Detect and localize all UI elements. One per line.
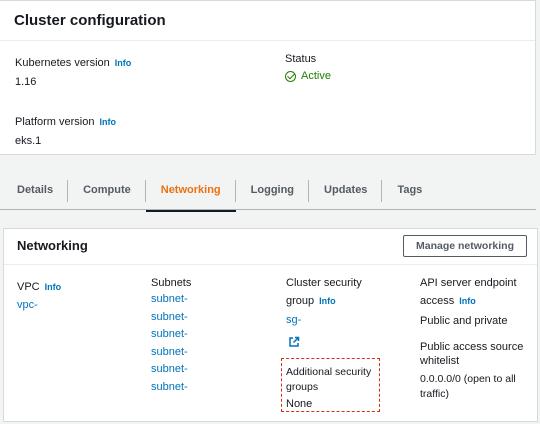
additional-security-groups-field: Additional security groups None [286,365,371,410]
subnets-label: Subnets [151,277,192,289]
security-group-link[interactable]: sg- [286,314,362,326]
tab-compute-label: Compute [83,184,131,196]
networking-panel: Networking Manage networking VPC Info vpc… [3,228,538,422]
subnet-link[interactable]: subnet- [151,344,191,362]
cluster-tabs: Details Compute Networking Logging Updat… [0,172,536,212]
api-endpoint-info-link[interactable]: Info [459,296,476,306]
public-source-value-line1: 0.0.0.0/0 (open to all [420,373,516,385]
additional-security-groups-label-line2: groups [286,381,319,393]
status-text: Active [301,70,331,82]
tab-networking-label: Networking [160,184,221,196]
networking-header: Networking Manage networking [4,229,537,265]
subnet-link[interactable]: subnet- [151,291,191,309]
cluster-security-group-label-line2: group [286,295,315,307]
cluster-security-group-field: Cluster security group Info sg- [286,277,362,353]
subnet-link[interactable]: subnet- [151,309,191,327]
kubernetes-version-value: 1.16 [15,76,37,88]
tab-tags-label: Tags [397,184,423,196]
status-field: Status Active [285,53,331,82]
public-source-value-line2: traffic) [420,388,449,400]
kubernetes-version-label: Kubernetes version [15,57,110,69]
platform-version-info-link[interactable]: Info [99,117,116,127]
api-endpoint-label-line1: API server endpoint [420,277,517,289]
cluster-security-group-label-line1: Cluster security [286,277,362,289]
cluster-configuration-header: Cluster configuration [0,1,535,41]
api-endpoint-label-line2: access [420,295,455,307]
vpc-label: VPC [17,281,40,293]
tab-details-label: Details [17,184,54,196]
platform-version-value: eks.1 [15,135,42,147]
tab-networking[interactable]: Networking [145,172,236,212]
tab-tags[interactable]: Tags [382,172,437,210]
vpc-info-link[interactable]: Info [45,282,62,292]
status-value: Active [285,70,331,82]
status-label: Status [285,53,317,65]
platform-version-field: Platform version Info eks.1 [15,112,116,147]
public-source-label-line2: whitelist [420,355,460,367]
kubernetes-version-info-link[interactable]: Info [115,58,132,68]
platform-version-label: Platform version [15,116,95,128]
cluster-security-group-info-link[interactable]: Info [319,296,336,306]
manage-networking-button[interactable]: Manage networking [403,235,527,257]
cluster-configuration-panel: Cluster configuration Kubernetes version… [0,0,536,155]
public-source-label-line1: Public access source [420,341,524,353]
subnet-link[interactable]: subnet- [151,326,191,344]
check-circle-icon [285,70,296,82]
api-endpoint-access-field: API server endpoint access Info Public an… [420,277,523,402]
active-tab-indicator [145,210,236,212]
kubernetes-version-field: Kubernetes version Info 1.16 [15,53,131,88]
additional-security-groups-value: None [286,398,313,410]
page-title: Cluster configuration [14,12,166,29]
vpc-field: VPC Info vpc- [17,277,61,311]
api-endpoint-value: Public and private [420,315,508,327]
tab-updates-label: Updates [324,184,368,196]
vpc-link[interactable]: vpc- [17,299,61,311]
tab-compute[interactable]: Compute [68,172,146,210]
subnet-link[interactable]: subnet- [151,361,191,379]
tab-logging-label: Logging [250,184,295,196]
subnets-list: subnet- subnet- subnet- subnet- subnet- … [151,291,191,396]
subnets-field: Subnets subnet- subnet- subnet- subnet- … [151,277,191,396]
tab-logging[interactable]: Logging [236,172,310,210]
external-link-icon[interactable] [288,336,300,348]
tab-details[interactable]: Details [0,172,69,210]
subnet-link[interactable]: subnet- [151,379,191,397]
tab-updates[interactable]: Updates [309,172,383,210]
networking-title: Networking [17,238,88,253]
additional-security-groups-label-line1: Additional security [286,366,372,378]
